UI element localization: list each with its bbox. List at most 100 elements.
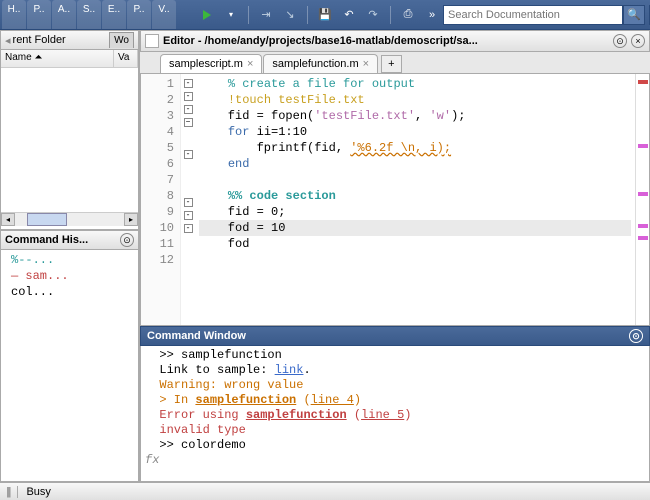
ribbon-tab[interactable]: A.. bbox=[52, 0, 76, 29]
code-marker[interactable] bbox=[638, 236, 648, 240]
scroll-right-icon[interactable]: ▸ bbox=[124, 213, 138, 226]
status-text: Busy bbox=[26, 486, 50, 498]
current-folder-title: rent Folder bbox=[13, 34, 66, 46]
ribbon-tab[interactable]: V.. bbox=[152, 0, 176, 29]
print-button[interactable]: ⎙ bbox=[397, 4, 419, 26]
file-tab-label: samplefunction.m bbox=[272, 58, 358, 70]
more-button[interactable]: » bbox=[421, 4, 443, 26]
code-marker[interactable] bbox=[638, 224, 648, 228]
code-line[interactable]: fprintf(fid, '%6.2f \n, i); bbox=[199, 140, 631, 156]
fold-toggle[interactable]: - bbox=[184, 150, 193, 159]
cmdwin-line: Warning: wrong value bbox=[145, 378, 645, 393]
editor-close-button[interactable]: × bbox=[631, 34, 645, 48]
ribbon-tab[interactable]: H.. bbox=[2, 0, 26, 29]
editor-body: 123456789101112 ---−---- % create a file… bbox=[140, 74, 650, 326]
cmdwin-line: Link to sample: link. bbox=[145, 363, 645, 378]
current-folder-panel: Name ⏶ Va ◂ ▸ bbox=[0, 50, 139, 230]
undo-button[interactable]: ↶ bbox=[338, 4, 360, 26]
cmdwin-line: Error using samplefunction (line 5) bbox=[145, 408, 645, 423]
ribbon-tab[interactable]: E.. bbox=[102, 0, 126, 29]
column-name[interactable]: Name ⏶ bbox=[1, 50, 114, 67]
editor-menu-button[interactable]: ⊙ bbox=[613, 34, 627, 48]
step-button[interactable]: ⇥ bbox=[255, 4, 277, 26]
history-item[interactable]: %--... bbox=[3, 252, 136, 268]
panel-menu-button[interactable]: ⊙ bbox=[120, 233, 134, 247]
fold-toggle[interactable]: − bbox=[184, 118, 193, 127]
close-icon[interactable]: × bbox=[247, 58, 253, 70]
link[interactable]: line 5 bbox=[361, 408, 404, 422]
search-input[interactable] bbox=[443, 5, 623, 25]
code-line[interactable]: %% code section bbox=[199, 188, 631, 204]
line-number: 6 bbox=[141, 156, 174, 172]
code-area[interactable]: % create a file for output !touch testFi… bbox=[195, 74, 635, 325]
code-line[interactable]: fod bbox=[199, 236, 631, 252]
status-bar: |||| Busy bbox=[0, 482, 650, 500]
run-button[interactable] bbox=[196, 4, 218, 26]
code-line[interactable]: for ii=1:10 bbox=[199, 124, 631, 140]
code-line[interactable]: fid = fopen('testFile.txt', 'w'); bbox=[199, 108, 631, 124]
main-toolbar: H..P..A..S..E..P..V.. ▾ ⇥ ↘ 💾 ↶ ↷ ⎙ » 🔍 bbox=[0, 0, 650, 30]
code-line[interactable]: end bbox=[199, 156, 631, 172]
ribbon-tab[interactable]: P.. bbox=[127, 0, 151, 29]
column-value[interactable]: Va bbox=[114, 50, 138, 67]
line-number: 5 bbox=[141, 140, 174, 156]
command-window-body[interactable]: >> samplefunction Link to sample: link. … bbox=[140, 346, 650, 482]
line-number: 7 bbox=[141, 172, 174, 188]
link[interactable]: link bbox=[275, 363, 304, 377]
play-icon bbox=[203, 10, 211, 20]
link[interactable]: line 4 bbox=[311, 393, 354, 407]
file-tab[interactable]: samplefunction.m × bbox=[263, 54, 378, 73]
code-marker[interactable] bbox=[638, 192, 648, 196]
cmdwin-line: invalid type bbox=[145, 423, 645, 438]
add-tab-button[interactable]: + bbox=[381, 55, 401, 73]
fold-toggle[interactable]: - bbox=[184, 211, 193, 220]
scroll-thumb[interactable] bbox=[27, 213, 67, 226]
redo-button[interactable]: ↷ bbox=[362, 4, 384, 26]
fold-column: - - - − - - - - bbox=[181, 74, 195, 325]
line-number: 11 bbox=[141, 236, 174, 252]
fold-toggle[interactable]: - bbox=[184, 198, 193, 207]
line-number: 12 bbox=[141, 252, 174, 268]
search-button[interactable]: 🔍 bbox=[623, 5, 645, 25]
fold-toggle[interactable]: - bbox=[184, 92, 193, 101]
fold-toggle[interactable]: - bbox=[184, 105, 193, 114]
history-item[interactable]: — sam... bbox=[3, 268, 136, 284]
folder-scrollbar[interactable]: ◂ ▸ bbox=[1, 212, 138, 226]
step-in-button[interactable]: ↘ bbox=[279, 4, 301, 26]
code-line[interactable]: % create a file for output bbox=[199, 76, 631, 92]
fold-toggle[interactable]: - bbox=[184, 224, 193, 233]
line-number: 10 bbox=[141, 220, 174, 236]
run-dropdown[interactable]: ▾ bbox=[220, 4, 242, 26]
ribbon-tab[interactable]: S.. bbox=[77, 0, 101, 29]
folder-empty-area bbox=[1, 68, 138, 212]
cmdwin-line: >> colordemo bbox=[145, 438, 645, 453]
code-marker[interactable] bbox=[638, 80, 648, 84]
code-line[interactable]: fid = 0; bbox=[199, 204, 631, 220]
fold-toggle[interactable]: - bbox=[184, 79, 193, 88]
ribbon-tab[interactable]: P.. bbox=[27, 0, 51, 29]
code-line[interactable]: !touch testFile.txt bbox=[199, 92, 631, 108]
line-number: 3 bbox=[141, 108, 174, 124]
status-grip-icon: |||| bbox=[6, 486, 9, 498]
current-folder-header: ◂ rent Folder Wo bbox=[0, 30, 139, 50]
ribbon-tabs: H..P..A..S..E..P..V.. bbox=[0, 0, 176, 29]
save-button[interactable]: 💾 bbox=[314, 4, 336, 26]
workspace-tab[interactable]: Wo bbox=[109, 32, 134, 48]
cmdwin-prompt[interactable]: fx bbox=[145, 453, 645, 468]
editor-icon bbox=[145, 34, 159, 48]
scroll-left-icon[interactable]: ◂ bbox=[1, 213, 15, 226]
code-line[interactable] bbox=[199, 252, 631, 268]
line-number: 8 bbox=[141, 188, 174, 204]
close-icon[interactable]: × bbox=[363, 58, 369, 70]
editor-header: Editor - /home/andy/projects/base16-matl… bbox=[140, 30, 650, 52]
code-marker[interactable] bbox=[638, 144, 648, 148]
file-tab[interactable]: samplescript.m× bbox=[160, 54, 262, 73]
code-line[interactable] bbox=[199, 172, 631, 188]
line-gutter: 123456789101112 bbox=[141, 74, 181, 325]
cmdwin-line: > In samplefunction (line 4) bbox=[145, 393, 645, 408]
editor-file-tabs: samplescript.m× samplefunction.m × + bbox=[140, 52, 650, 74]
cmdwin-menu-button[interactable]: ⊙ bbox=[629, 329, 643, 343]
code-line[interactable]: fod = 10 bbox=[199, 220, 631, 236]
history-item[interactable]: col... bbox=[3, 284, 136, 300]
command-history-title: Command His... bbox=[5, 234, 88, 246]
